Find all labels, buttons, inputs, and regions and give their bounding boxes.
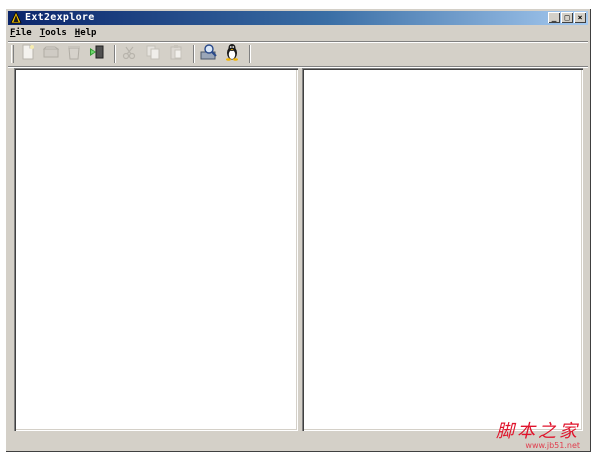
- minimize-button[interactable]: _: [548, 12, 560, 23]
- toolbar-grip[interactable]: [11, 45, 14, 63]
- toolbar-separator: [249, 45, 251, 63]
- app-tux-icon: [10, 12, 22, 24]
- window-controls: _ □ ×: [547, 12, 586, 23]
- maximize-button[interactable]: □: [561, 12, 573, 23]
- search-drive-button[interactable]: [199, 44, 219, 64]
- tux-button[interactable]: [222, 44, 242, 64]
- save-button[interactable]: [87, 44, 107, 64]
- linux-tux-icon: [223, 43, 241, 65]
- toolbar-separator: [114, 45, 116, 63]
- new-button[interactable]: [18, 44, 38, 64]
- open-disk-button[interactable]: [41, 44, 61, 64]
- delete-button[interactable]: [64, 44, 84, 64]
- maximize-icon: □: [564, 12, 570, 22]
- search-drive-icon: [200, 43, 218, 65]
- new-document-icon: [20, 44, 36, 64]
- title-bar[interactable]: Ext2explore _ □ ×: [8, 11, 588, 25]
- copy-button[interactable]: [143, 44, 163, 64]
- cut-button[interactable]: [120, 44, 140, 64]
- delete-bin-icon: [66, 44, 82, 64]
- toolbar-separator: [193, 45, 195, 63]
- app-window: Ext2explore _ □ × File Tools Help: [5, 8, 591, 452]
- file-list-pane[interactable]: [302, 68, 583, 431]
- menu-bar: File Tools Help: [8, 26, 588, 40]
- open-disk-icon: [42, 44, 60, 64]
- window-title: Ext2explore: [25, 12, 95, 23]
- toolbar: [8, 43, 588, 65]
- close-icon: ×: [577, 12, 583, 22]
- watermark: 脚本之家 www.jb51.net: [496, 421, 580, 451]
- paste-icon: [168, 44, 184, 64]
- menu-help[interactable]: Help: [71, 26, 101, 40]
- copy-icon: [145, 44, 161, 64]
- folder-tree-pane[interactable]: [14, 68, 298, 431]
- watermark-text: 脚本之家: [496, 421, 580, 442]
- cut-icon: [122, 44, 138, 64]
- menu-tools[interactable]: Tools: [36, 26, 71, 40]
- watermark-url: www.jb51.net: [525, 441, 580, 450]
- close-button[interactable]: ×: [574, 12, 586, 23]
- menu-file[interactable]: File: [8, 26, 36, 40]
- minimize-icon: _: [551, 12, 557, 22]
- paste-button[interactable]: [166, 44, 186, 64]
- save-export-icon: [89, 44, 105, 64]
